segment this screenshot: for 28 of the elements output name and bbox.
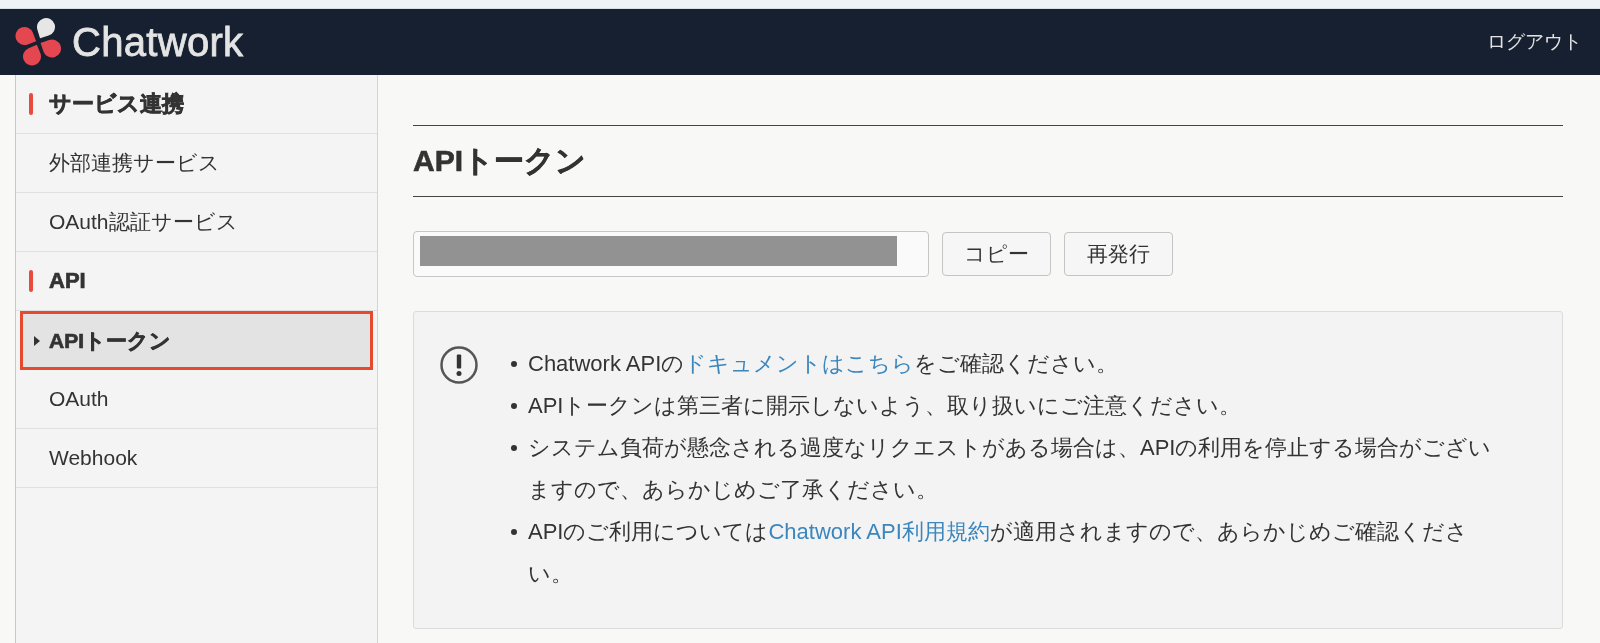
action-button[interactable]: 再発行 [1064, 232, 1173, 276]
action-button[interactable]: コピー [942, 232, 1051, 276]
section-heading: サービス連携 [49, 90, 184, 118]
bullet-icon [511, 403, 517, 409]
logo-wordmark: Chatwork [72, 22, 244, 62]
sidebar-item[interactable]: Webhook [16, 429, 377, 488]
text-link[interactable]: ドキュメントはこちら [684, 351, 915, 376]
bullet-icon [511, 529, 517, 535]
logo-icon [15, 17, 63, 67]
page-title: APIトークン [413, 143, 586, 179]
sidebar-item[interactable]: 外部連携サービス [16, 134, 377, 193]
token-field[interactable] [413, 231, 929, 277]
notice-text: APIトークンは第三者に開示しないよう、取り扱いにご注意ください。 [528, 392, 1243, 420]
notice-text: APIのご利用についてはChatwork API利用規約が適用されますので、あらかじめご確認ください。 [528, 518, 1469, 588]
exclamation-circle-icon [440, 346, 478, 384]
notice-text: Chatwork APIの ドキュメントはこちら をご確認ください。 [528, 350, 1120, 378]
section-marker-icon [29, 270, 33, 292]
notice-text: システム負荷が懸念される過度なリクエストがある場合は、APIの利用を停止する場合がございますので、あらかじめご了承ください。 [528, 434, 1493, 504]
bullet-icon [511, 445, 517, 451]
bullet-icon [511, 361, 517, 367]
sidebar-item[interactable]: APIトークン [20, 311, 373, 370]
section-heading: API [49, 268, 86, 294]
section-marker-icon [29, 93, 33, 115]
caret-icon [34, 335, 40, 346]
sidebar-item[interactable]: OAuth [16, 370, 377, 429]
text-link[interactable]: Chatwork API利用規約 [768, 519, 990, 544]
sidebar-item[interactable]: OAuth認証サービス [16, 193, 377, 252]
logout-link[interactable]: ログアウト [1487, 29, 1582, 55]
